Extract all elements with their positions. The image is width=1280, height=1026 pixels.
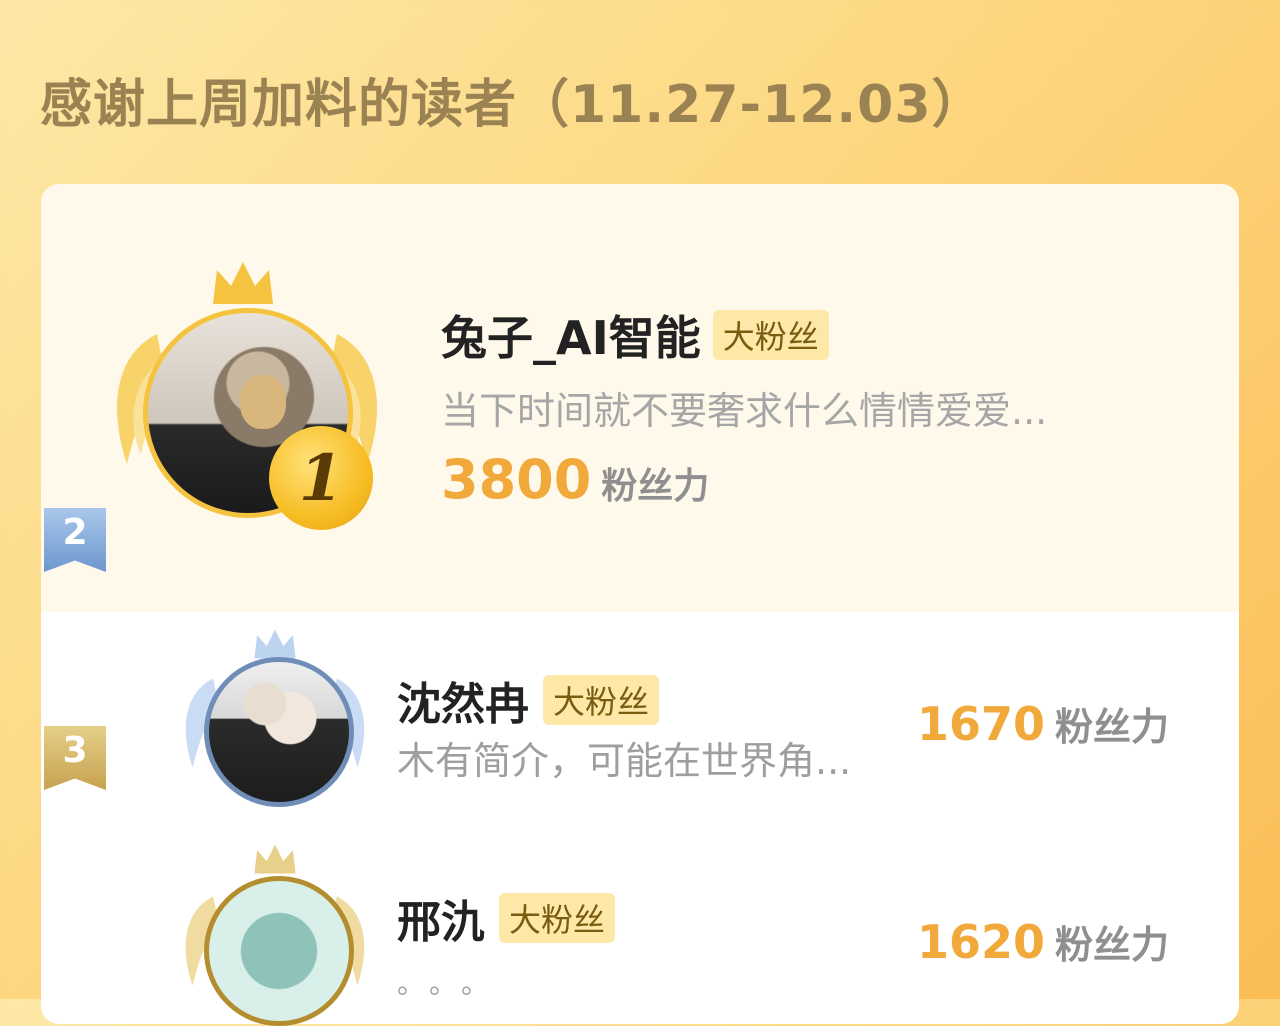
fan-badge: 大粉丝 bbox=[712, 310, 829, 360]
fan-power-value: 1670 bbox=[917, 697, 1046, 751]
first-place-section: 1 兔子_AI智能 大粉丝 当下时间就不要奢求什么情情爱爱... 3800 粉丝力 bbox=[41, 184, 1239, 612]
crown-icon bbox=[254, 844, 296, 874]
fan-power-value: 1620 bbox=[917, 915, 1046, 969]
fan-badge: 大粉丝 bbox=[499, 893, 616, 943]
reader-bio: 当下时间就不要奢求什么情情爱爱... bbox=[441, 389, 1048, 433]
avatar[interactable] bbox=[204, 876, 354, 1026]
reader-1-header: 兔子_AI智能 大粉丝 bbox=[441, 302, 829, 368]
reader-2-header: 沈然冉 大粉丝 bbox=[397, 668, 660, 732]
reader-bio: 木有简介，可能在世界角... bbox=[397, 739, 852, 783]
fan-power-value: 3800 bbox=[441, 448, 592, 511]
fan-power-unit: 粉丝力 bbox=[601, 466, 710, 507]
page-title: 感谢上周加料的读者（11.27-12.03） bbox=[40, 75, 985, 135]
fan-badge: 大粉丝 bbox=[543, 675, 660, 725]
fan-power-unit: 粉丝力 bbox=[1055, 705, 1170, 749]
plush-bear-image bbox=[240, 375, 286, 429]
crown-icon bbox=[213, 262, 273, 304]
reader-name[interactable]: 兔子_AI智能 bbox=[441, 302, 701, 368]
avatar[interactable] bbox=[204, 657, 354, 807]
reader-name[interactable]: 沈然冉 bbox=[397, 668, 529, 732]
fan-power: 3800 粉丝力 bbox=[441, 448, 709, 511]
fan-power-unit: 粉丝力 bbox=[1055, 923, 1170, 967]
fan-power: 1620 粉丝力 bbox=[917, 914, 1169, 969]
rank-1-coin-icon: 1 bbox=[269, 426, 373, 530]
reader-name[interactable]: 邢氿 bbox=[397, 886, 485, 950]
reader-bio: 。。。 bbox=[397, 967, 508, 1000]
crown-icon bbox=[254, 629, 296, 659]
reader-3-header: 邢氿 大粉丝 bbox=[397, 886, 616, 950]
fan-power: 1670 粉丝力 bbox=[917, 696, 1169, 751]
